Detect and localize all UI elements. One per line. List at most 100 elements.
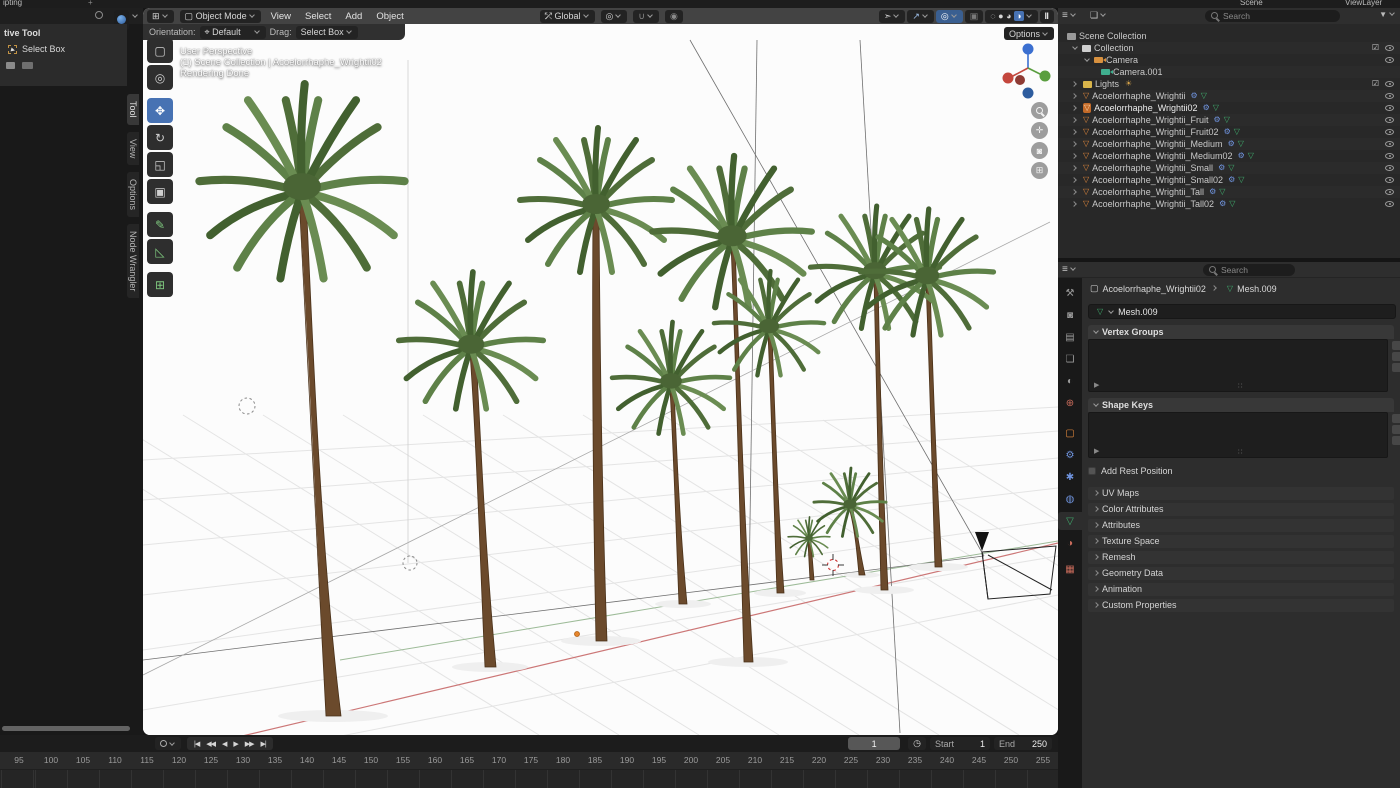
scale-tool[interactable]: ◱: [147, 152, 173, 177]
row-tall[interactable]: ▽Acoelorrhaphe_Wrightii_Tall⚙▽: [1058, 186, 1400, 198]
eye-icon[interactable]: [1385, 201, 1394, 207]
rotate-tool[interactable]: ↻: [147, 125, 173, 150]
tab-material-icon[interactable]: ◑: [1058, 534, 1082, 552]
eye-icon[interactable]: [1385, 81, 1394, 87]
tab-view[interactable]: View: [127, 132, 139, 165]
prev-keyframe-button[interactable]: ◀◀: [203, 740, 218, 748]
filter-icon[interactable]: ▼: [1379, 10, 1396, 19]
row-small02[interactable]: ▽Acoelorrhaphe_Wrightii_Small02⚙▽: [1058, 174, 1400, 186]
eye-icon[interactable]: [1385, 141, 1394, 147]
row-medium[interactable]: ▽Acoelorrhaphe_Wrightii_Medium⚙▽: [1058, 138, 1400, 150]
current-frame-field[interactable]: 1: [848, 737, 900, 750]
timeline-ruler[interactable]: 95100 105110 115120 125130 135140 145150…: [0, 752, 1058, 769]
frame-start-field[interactable]: Start1: [930, 737, 990, 750]
shape-keys-panel-header[interactable]: Shape Keys: [1088, 398, 1394, 412]
transform-tool[interactable]: ▣: [147, 179, 173, 204]
next-keyframe-button[interactable]: ▶▶: [242, 740, 257, 748]
tab-options[interactable]: Options: [127, 172, 139, 217]
tab-viewlayer-icon[interactable]: ❏: [1058, 350, 1082, 368]
menu-object[interactable]: Object: [372, 11, 407, 22]
eye-icon[interactable]: [1385, 93, 1394, 99]
active-tool-row[interactable]: Select Box: [0, 38, 127, 54]
properties-search-input[interactable]: Search: [1203, 264, 1295, 276]
panel-custom-properties[interactable]: Custom Properties: [1088, 599, 1394, 612]
overlays-dropdown[interactable]: ◎: [936, 10, 963, 23]
frame-end-field[interactable]: End250: [994, 737, 1052, 750]
editor-type-button[interactable]: ⊞: [147, 10, 174, 23]
menu-add[interactable]: Add: [341, 11, 366, 22]
select-box-tool[interactable]: ▢: [147, 38, 173, 63]
row-tall02[interactable]: ▽Acoelorrhaphe_Wrightii_Tall02⚙▽: [1058, 198, 1400, 210]
jump-end-button[interactable]: ▶|: [258, 740, 269, 748]
tab-node-wrangler[interactable]: Node Wrangler: [127, 224, 139, 298]
tab-texture-icon[interactable]: ▦: [1058, 560, 1082, 578]
resize-grip-icon[interactable]: ∷: [1238, 382, 1243, 390]
eye-icon[interactable]: [1385, 57, 1394, 63]
horizontal-scrollbar[interactable]: [2, 726, 130, 731]
outliner-search-input[interactable]: Search: [1205, 10, 1340, 22]
panel-remesh[interactable]: Remesh: [1088, 551, 1394, 564]
tab-tool[interactable]: Tool: [127, 94, 139, 125]
exclude-checkbox-icon[interactable]: ☑: [1372, 42, 1379, 54]
eye-icon[interactable]: [1385, 177, 1394, 183]
tab-scene-icon[interactable]: ◐: [1058, 372, 1082, 390]
breadcrumb-data[interactable]: Mesh.009: [1237, 284, 1277, 294]
workspace-tab-scripting[interactable]: ipting: [3, 0, 22, 7]
xray-toggle[interactable]: ▣: [965, 10, 984, 23]
mode-icon-2[interactable]: [22, 62, 33, 69]
camera-view-button[interactable]: ◙: [1031, 142, 1048, 159]
tab-modifiers-icon[interactable]: ⚙: [1058, 446, 1082, 464]
add-workspace-button[interactable]: +: [88, 0, 93, 7]
breadcrumb-object[interactable]: Acoelorrhaphe_Wrightii02: [1103, 284, 1206, 294]
viewlayer-selector[interactable]: ViewLayer: [1345, 0, 1382, 7]
row-wrightii[interactable]: ▽Acoelorrhaphe_Wrightii⚙▽: [1058, 90, 1400, 102]
add-rest-position-row[interactable]: Add Rest Position: [1088, 466, 1173, 476]
cursor-tool[interactable]: ◎: [147, 65, 173, 90]
viewport-3d[interactable]: ⊞ ▢ Object Mode View Select Add Object ⤱…: [143, 8, 1058, 735]
transform-orientation-dropdown[interactable]: ⤱ Global: [540, 10, 595, 23]
ortho-toggle-button[interactable]: ⊞: [1031, 162, 1048, 179]
panel-texture-space[interactable]: Texture Space: [1088, 535, 1394, 548]
resize-grip-icon[interactable]: ∷: [1238, 448, 1243, 456]
panel-color-attributes[interactable]: Color Attributes: [1088, 503, 1394, 516]
panel-animation[interactable]: Animation: [1088, 583, 1394, 596]
specials-arrow-icon[interactable]: ▶: [1094, 381, 1099, 389]
eye-icon[interactable]: [1385, 153, 1394, 159]
tab-tool-icon[interactable]: ⚒: [1058, 284, 1082, 302]
shape-keys-list[interactable]: ▶ ∷: [1088, 412, 1388, 458]
tab-particles-icon[interactable]: ✱: [1058, 468, 1082, 486]
pivot-point-dropdown[interactable]: ◎: [601, 10, 628, 23]
mode-icon[interactable]: [6, 62, 15, 69]
mesh-name-field[interactable]: ▽ Mesh.009: [1088, 304, 1396, 319]
pan-button[interactable]: ✛: [1031, 122, 1048, 139]
add-cube-tool[interactable]: ⊞: [147, 272, 173, 297]
keying-button[interactable]: [155, 737, 181, 750]
tab-output-icon[interactable]: ▤: [1058, 328, 1082, 346]
shading-wireframe-icon[interactable]: ◌: [990, 11, 995, 21]
eye-icon[interactable]: [1385, 129, 1394, 135]
snap-magnet-button[interactable]: ∪: [633, 10, 659, 23]
vertex-groups-panel-header[interactable]: Vertex Groups: [1088, 325, 1394, 339]
move-tool[interactable]: ✥: [147, 98, 173, 123]
shading-rendered-icon[interactable]: ◑: [1014, 11, 1023, 21]
scene-selector[interactable]: Scene: [1240, 0, 1263, 7]
row-fruit02[interactable]: ▽Acoelorrhaphe_Wrightii_Fruit02⚙▽: [1058, 126, 1400, 138]
tab-object-data-icon[interactable]: ▽: [1058, 512, 1082, 530]
row-medium02[interactable]: ▽Acoelorrhaphe_Wrightii_Medium02⚙▽: [1058, 150, 1400, 162]
zoom-button[interactable]: [1031, 102, 1048, 119]
eye-icon[interactable]: [1385, 105, 1394, 111]
shading-material-icon[interactable]: ◕: [1006, 11, 1011, 21]
vertex-groups-side-buttons[interactable]: [1392, 341, 1400, 372]
row-small[interactable]: ▽Acoelorrhaphe_Wrightii_Small⚙▽: [1058, 162, 1400, 174]
row-fruit[interactable]: ▽Acoelorrhaphe_Wrightii_Fruit⚙▽: [1058, 114, 1400, 126]
properties-editor-type-button[interactable]: ≡: [1062, 264, 1077, 275]
specials-arrow-icon[interactable]: ▶: [1094, 447, 1099, 455]
tab-object-icon[interactable]: ▢: [1058, 424, 1082, 442]
eye-icon[interactable]: [1385, 165, 1394, 171]
panel-attributes[interactable]: Attributes: [1088, 519, 1394, 532]
jump-start-button[interactable]: |◀: [191, 740, 202, 748]
panel-geometry-data[interactable]: Geometry Data: [1088, 567, 1394, 580]
gizmos-dropdown[interactable]: ↗: [907, 10, 934, 23]
chevron-down-icon[interactable]: [132, 12, 138, 18]
tab-world-icon[interactable]: ⊕: [1058, 394, 1082, 412]
